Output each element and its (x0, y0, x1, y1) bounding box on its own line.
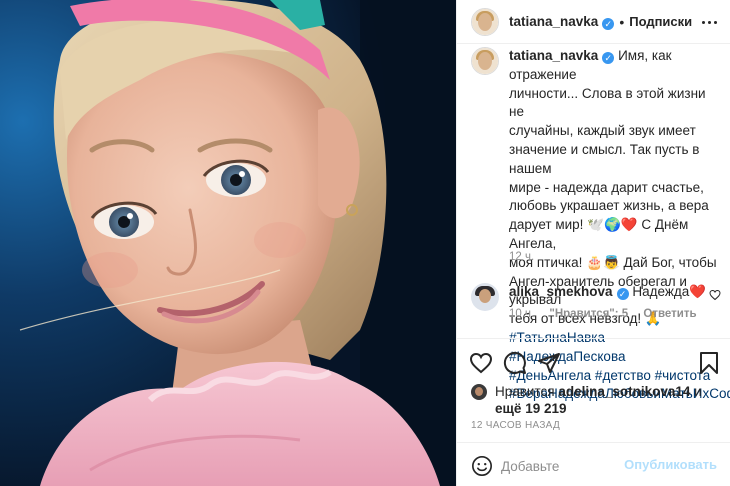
girl-portrait-image (0, 0, 456, 486)
post-header: tatiana_navka ✓ • Подписки (457, 0, 730, 44)
likes-and: и (694, 384, 702, 399)
share-icon[interactable] (537, 351, 561, 375)
verified-icon: ✓ (602, 17, 615, 30)
likes-others[interactable]: ещё 19 219 (495, 401, 566, 416)
caption-time[interactable]: 12 ч. (509, 251, 534, 263)
comment-likes-count[interactable]: "Нравится": 5 (549, 308, 628, 320)
commenter-avatar[interactable] (471, 283, 499, 311)
author-username[interactable]: tatiana_navka ✓ (509, 14, 615, 30)
verified-icon: ✓ (616, 288, 629, 300)
verified-icon: ✓ (602, 52, 615, 64)
comment-input[interactable] (501, 456, 641, 476)
liker-username[interactable]: adelina_sotnikova14 (558, 384, 690, 399)
caption-line: моя птичка! 🎂👼 Дай Бог, чтобы (509, 254, 717, 270)
reply-button[interactable]: Ответить (643, 308, 696, 320)
post-side-panel: tatiana_navka ✓ • Подписки tatiana_navka ✓… (456, 0, 730, 486)
likes-prefix: Нравится (495, 384, 555, 399)
action-bar (457, 338, 730, 380)
bookmark-icon[interactable] (697, 351, 721, 375)
caption-line: дарует мир! 🕊️🌍❤️ С Днём Ангела, (509, 217, 689, 251)
comment-text: alika_smekhova ✓ Надежда❤️ (509, 283, 706, 301)
author-avatar[interactable] (471, 7, 499, 36)
heart-icon[interactable] (469, 351, 493, 375)
caption-line: значение и смысл. Так пусть в нашем (509, 141, 700, 176)
caption-author-avatar[interactable] (471, 47, 499, 75)
emoji-icon[interactable] (471, 455, 493, 477)
caption-line: любовь украшает жизнь, а вера (509, 198, 709, 214)
comment-like-icon[interactable] (709, 289, 721, 301)
liker-avatar[interactable] (471, 384, 487, 400)
more-options-icon[interactable] (701, 14, 717, 30)
caption-line: случайны, каждый звук имеет (509, 123, 696, 139)
caption-username[interactable]: tatiana_navka ✓ (509, 48, 615, 64)
caption-line: личности... Слова в этой жизни не (509, 85, 706, 120)
comment-body: Надежда❤️ (632, 284, 707, 299)
comment-time[interactable]: 10 ч. (509, 308, 534, 320)
caption-line: мире - надежда дарит счастье, (509, 179, 704, 195)
post-timestamp[interactable]: 12 часов назад (471, 420, 560, 431)
comment-icon[interactable] (503, 351, 527, 375)
publish-button[interactable]: Опубликовать (624, 457, 717, 472)
header-separator: • (619, 13, 625, 30)
comment-meta: 10 ч. "Нравится": 5 Ответить (509, 308, 709, 320)
comment-composer: Опубликовать (457, 442, 730, 486)
post-photo[interactable] (0, 0, 456, 486)
instagram-post-window: tatiana_navka ✓ • Подписки tatiana_navka ✓… (0, 0, 730, 486)
following-button[interactable]: Подписки (629, 14, 692, 29)
commenter-username[interactable]: alika_smekhova ✓ (509, 284, 629, 300)
